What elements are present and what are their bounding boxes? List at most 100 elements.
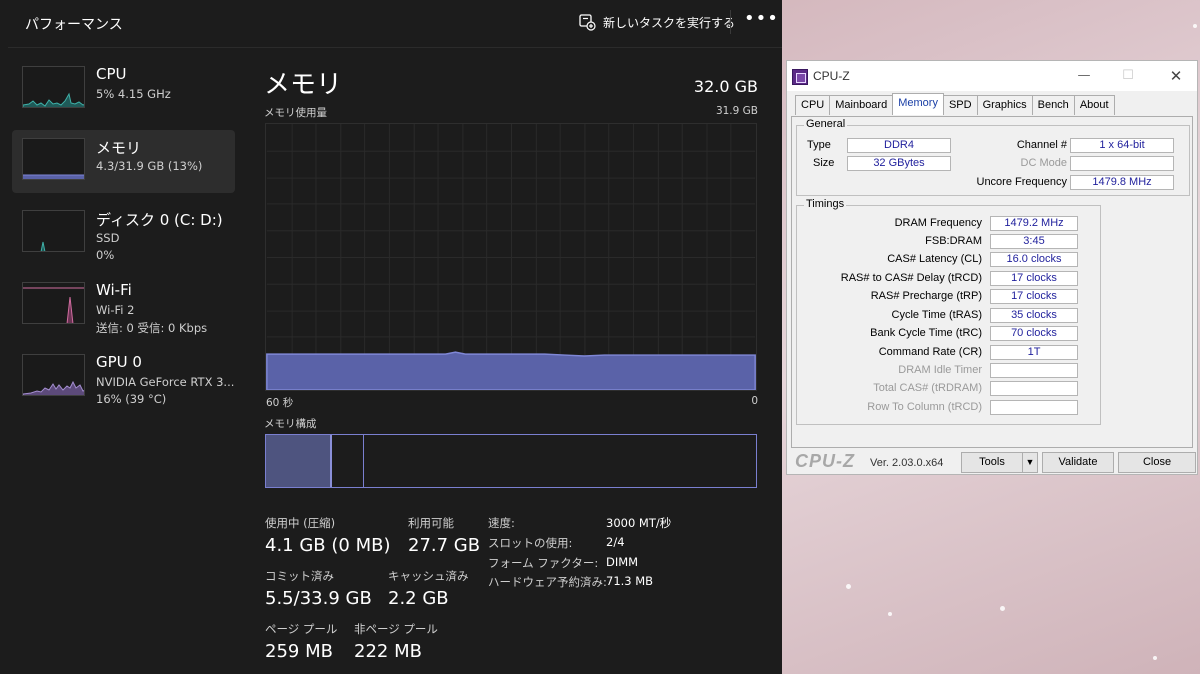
timings-group: Timings DRAM Frequency 1479.2 MHz FSB:DR…	[796, 198, 1101, 425]
new-task-icon	[579, 14, 596, 31]
size-label: Size	[813, 157, 835, 169]
wallpaper-sparkle	[1000, 606, 1005, 611]
sidebar-item-disk[interactable]: ディスク 0 (C: D:) SSD 0%	[12, 202, 235, 265]
available-label: 利用可能	[408, 516, 454, 530]
memory-usage-label: メモリ使用量	[264, 107, 327, 119]
dram-frequency-label: DRAM Frequency	[894, 217, 982, 229]
tab-cpu[interactable]: CPU	[795, 95, 831, 115]
cpuz-tab-bar: CPU Mainboard Memory SPD Graphics Bench …	[795, 93, 1115, 116]
hardware-reserved-label: ハードウェア予約済み:	[488, 575, 607, 589]
total-cas-label: Total CAS# (tRDRAM)	[873, 382, 982, 394]
memory-tab-panel: General Type DDR4 Size 32 GBytes Channel…	[791, 116, 1193, 448]
graph-axis-start-label: 60 秒	[266, 397, 294, 409]
trp-value: 17 clocks	[990, 289, 1078, 304]
sidebar-item-label: ディスク 0 (C: D:)	[96, 211, 223, 229]
dram-frequency-value: 1479.2 MHz	[990, 216, 1078, 231]
wallpaper-sparkle	[888, 612, 892, 616]
dc-mode-value	[1070, 156, 1174, 171]
tab-bench[interactable]: Bench	[1031, 95, 1075, 115]
channel-label: Channel #	[1016, 139, 1067, 151]
wifi-mini-graph	[22, 282, 85, 324]
type-label: Type	[807, 139, 831, 151]
fsb-dram-value: 3:45	[990, 234, 1078, 249]
tab-spd[interactable]: SPD	[942, 95, 978, 115]
tools-dropdown-icon[interactable]: ▼	[1022, 452, 1038, 473]
size-value: 32 GBytes	[847, 156, 951, 171]
sidebar-item-detail: 4.3/31.9 GB (13%)	[96, 159, 203, 173]
hardware-reserved-value: 71.3 MB	[606, 574, 654, 588]
tab-mainboard[interactable]: Mainboard	[829, 95, 894, 115]
close-icon[interactable]: ✕	[1159, 63, 1193, 89]
slots-used-value: 2/4	[606, 535, 625, 549]
uncore-frequency-label: Uncore Frequency	[976, 176, 1068, 188]
channel-value: 1 x 64-bit	[1070, 138, 1174, 153]
trc-label: Bank Cycle Time (tRC)	[870, 327, 982, 339]
run-new-task-button[interactable]: 新しいタスクを実行する	[578, 10, 735, 34]
paged-pool-value: 259 MB	[265, 641, 333, 662]
speed-label: 速度:	[488, 516, 515, 530]
sidebar-item-detail: 16% (39 °C)	[96, 392, 167, 406]
trcd-label: RAS# to CAS# Delay (tRCD)	[840, 272, 982, 284]
tab-graphics[interactable]: Graphics	[976, 95, 1033, 115]
sidebar-item-detail: 5% 4.15 GHz	[96, 87, 171, 101]
tras-label: Cycle Time (tRAS)	[891, 309, 982, 321]
cpuz-window: CPU-Z — ☐ ✕ CPU Mainboard Memory SPD Gra…	[786, 60, 1198, 475]
form-factor-label: フォーム ファクター:	[488, 556, 599, 570]
close-button[interactable]: Close	[1118, 452, 1196, 473]
paged-pool-label: ページ プール	[265, 622, 338, 636]
cas-latency-value: 16.0 clocks	[990, 252, 1078, 267]
dram-idle-timer-label: DRAM Idle Timer	[898, 364, 982, 376]
nonpaged-pool-value: 222 MB	[354, 641, 422, 662]
cpuz-titlebar[interactable]: CPU-Z — ☐ ✕	[787, 61, 1197, 91]
cpuz-app-icon	[792, 69, 808, 85]
sidebar-item-wifi[interactable]: Wi-Fi Wi-Fi 2 送信: 0 受信: 0 Kbps	[12, 274, 235, 337]
tras-value: 35 clocks	[990, 308, 1078, 323]
minimize-icon[interactable]: —	[1067, 63, 1101, 89]
wallpaper-sparkle	[1193, 24, 1197, 28]
more-options-icon[interactable]: •••	[744, 8, 779, 29]
available-value: 27.7 GB	[408, 535, 481, 556]
sidebar-item-label: メモリ	[96, 139, 142, 157]
tab-about[interactable]: About	[1073, 95, 1115, 115]
memory-usage-area	[266, 351, 756, 390]
dc-mode-label: DC Mode	[1020, 157, 1067, 169]
memory-heading: メモリ	[264, 70, 343, 100]
sidebar-item-memory[interactable]: メモリ 4.3/31.9 GB (13%)	[12, 130, 235, 193]
general-group: General Type DDR4 Size 32 GBytes Channel…	[796, 118, 1190, 196]
dram-idle-timer-value	[990, 363, 1078, 378]
sidebar-item-detail: Wi-Fi 2	[96, 303, 135, 317]
general-group-title: General	[804, 118, 848, 130]
row-to-column-value	[990, 400, 1078, 415]
type-value: DDR4	[847, 138, 951, 153]
form-factor-value: DIMM	[606, 555, 639, 569]
sidebar-item-detail: 0%	[96, 248, 115, 262]
total-cas-value	[990, 381, 1078, 396]
command-rate-label: Command Rate (CR)	[878, 346, 982, 358]
command-rate-value: 1T	[990, 345, 1078, 360]
page-title: パフォーマンス	[25, 17, 123, 33]
header-divider-line	[8, 47, 782, 48]
validate-button[interactable]: Validate	[1042, 452, 1114, 473]
maximize-icon[interactable]: ☐	[1111, 63, 1145, 89]
sidebar-item-cpu[interactable]: CPU 5% 4.15 GHz	[12, 58, 235, 121]
cpuz-logo: CPU-Z	[795, 451, 855, 471]
memory-usage-graph	[265, 123, 757, 391]
timings-group-title: Timings	[804, 198, 847, 210]
sidebar-item-label: Wi-Fi	[96, 281, 132, 299]
run-new-task-label: 新しいタスクを実行する	[603, 15, 736, 30]
sidebar-item-detail: NVIDIA GeForce RTX 3...	[96, 375, 235, 389]
memory-mini-graph	[22, 138, 85, 180]
tools-button[interactable]: Tools	[961, 452, 1023, 473]
disk-mini-graph	[22, 210, 85, 252]
task-manager-window: パフォーマンス 新しいタスクを実行する ••• CPU 5% 4.15 GHz	[0, 0, 782, 674]
sidebar-item-label: CPU	[96, 65, 127, 83]
committed-label: コミット済み	[265, 569, 334, 583]
nonpaged-pool-label: 非ページ プール	[354, 622, 438, 636]
trcd-value: 17 clocks	[990, 271, 1078, 286]
cpu-mini-graph	[22, 66, 85, 108]
gpu-mini-graph	[22, 354, 85, 396]
graph-axis-end-label: 0	[751, 395, 758, 407]
composition-modified-segment	[332, 435, 364, 487]
sidebar-item-gpu[interactable]: GPU 0 NVIDIA GeForce RTX 3... 16% (39 °C…	[12, 346, 235, 409]
tab-memory[interactable]: Memory	[892, 93, 944, 115]
